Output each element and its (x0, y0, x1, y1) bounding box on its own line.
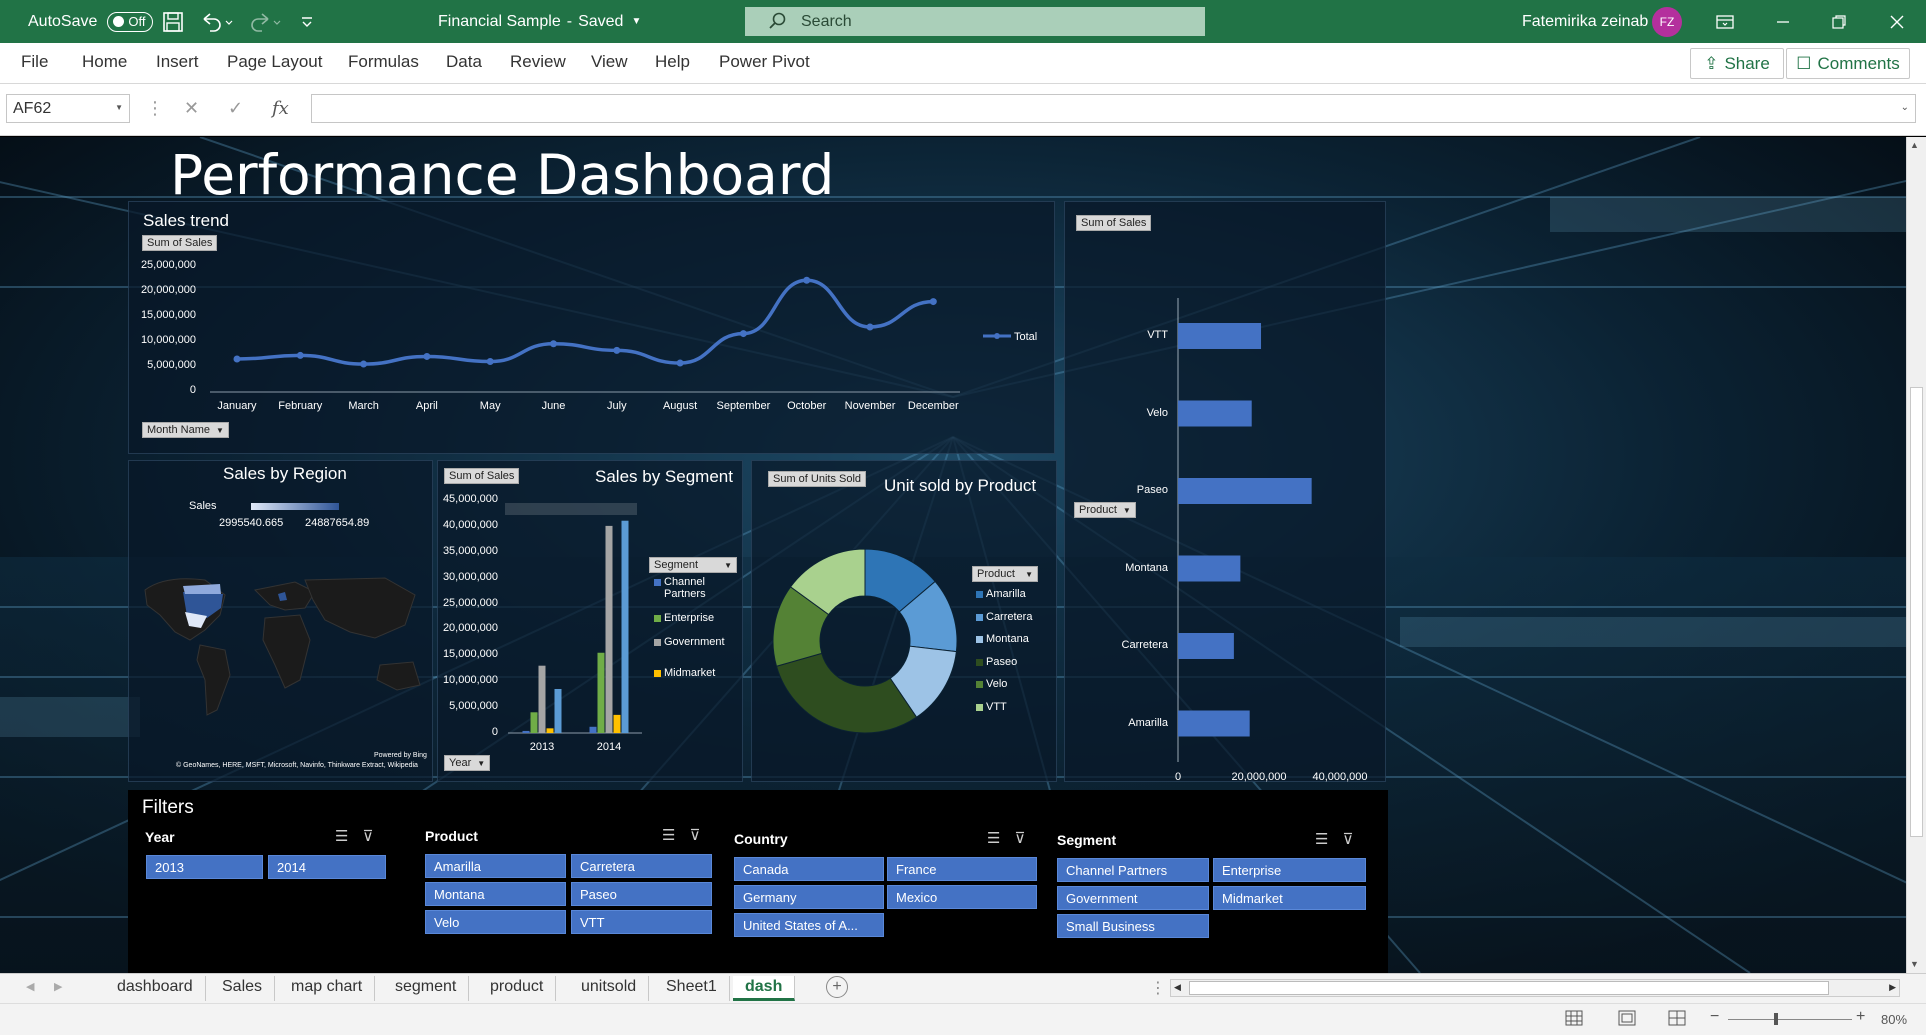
slicer-item-government[interactable]: Government (1057, 886, 1209, 910)
multi-select-icon[interactable]: ☰ (1315, 830, 1328, 848)
slicer-item-mexico[interactable]: Mexico (887, 885, 1037, 909)
product-bar (1178, 400, 1252, 427)
multi-select-icon[interactable]: ☰ (662, 826, 675, 844)
slicer-item-carretera[interactable]: Carretera (571, 854, 712, 878)
vertical-scrollbar[interactable]: ▲ ▼ (1906, 137, 1926, 973)
zoom-in-icon[interactable]: + (1856, 1008, 1865, 1026)
page-layout-view-icon[interactable] (1618, 1010, 1636, 1031)
segment-slicer-title: Segment (1057, 832, 1117, 848)
product-bar (1178, 555, 1241, 582)
slicer-item-vtt[interactable]: VTT (571, 910, 712, 934)
product-axis-field-dropdown[interactable]: Product ▼ (1074, 502, 1136, 518)
segment-slicer-controls: ☰ ⊽ (1315, 830, 1353, 848)
slicer-item-germany[interactable]: Germany (734, 885, 884, 909)
product-slicer-controls: ☰ ⊽ (662, 826, 700, 844)
sheet-tab-sales[interactable]: Sales (210, 976, 276, 1001)
product-bar (1178, 323, 1262, 349)
x-tick: 20,000,000 (1231, 771, 1287, 783)
year-slicer-title: Year (145, 829, 175, 845)
scroll-right-icon[interactable]: ▶ (1889, 982, 1896, 993)
y-tick: VTT (1147, 329, 1168, 341)
slicer-item-midmarket[interactable]: Midmarket (1213, 886, 1366, 910)
slicer-item-2014[interactable]: 2014 (268, 855, 386, 879)
scroll-up-icon[interactable]: ▲ (1910, 140, 1919, 150)
sheet-tab-sheet1[interactable]: Sheet1 (654, 976, 730, 1001)
slicer-item-enterprise[interactable]: Enterprise (1213, 858, 1366, 882)
country-slicer-title: Country (734, 831, 788, 847)
chevron-down-icon: ▼ (1122, 505, 1131, 515)
sheet-tab-product[interactable]: product (478, 976, 557, 1001)
product-slicer-title: Product (425, 828, 478, 844)
excel-window: AutoSave Off Financial Sample - Saved ▼ … (0, 0, 1926, 1035)
slicer-item-france[interactable]: France (887, 857, 1037, 881)
more-options-icon: ⋮ (1150, 980, 1166, 997)
scroll-thumb[interactable] (1910, 387, 1923, 837)
country-slicer-controls: ☰ ⊽ (987, 829, 1025, 847)
clear-filter-icon[interactable]: ⊽ (1014, 829, 1025, 847)
add-sheet-icon[interactable]: + (826, 976, 848, 998)
hscroll-thumb[interactable] (1189, 981, 1829, 995)
clear-filter-icon[interactable]: ⊽ (1342, 830, 1353, 848)
y-tick: Montana (1125, 561, 1168, 574)
sheet-tab-map-chart[interactable]: map chart (279, 976, 376, 1001)
sheet-tab-unitsold[interactable]: unitsold (569, 976, 650, 1001)
zoom-slider[interactable] (1728, 1013, 1852, 1025)
year-slicer-controls: ☰ ⊽ (335, 827, 373, 845)
normal-view-icon[interactable] (1565, 1010, 1583, 1031)
field-label: Product (1079, 504, 1117, 516)
zoom-level[interactable]: 80% (1881, 1012, 1907, 1027)
slicer-item-canada[interactable]: Canada (734, 857, 884, 881)
slicer-item-montana[interactable]: Montana (425, 882, 566, 906)
multi-select-icon[interactable]: ☰ (335, 827, 348, 845)
slicer-item-united-states[interactable]: United States of A... (734, 913, 884, 937)
filters-title: Filters (142, 797, 194, 818)
zoom-out-icon[interactable]: − (1710, 1008, 1719, 1026)
zoom-slider-thumb[interactable] (1774, 1013, 1778, 1025)
sheet-tab-bar: ◀ ▶ dashboard Sales map chart segment produc… (0, 973, 1926, 1003)
sheet-tab-dashboard[interactable]: dashboard (105, 976, 206, 1001)
status-bar: − + 80% (0, 1003, 1926, 1035)
slicer-item-channel-partners[interactable]: Channel Partners (1057, 858, 1209, 882)
slicer-item-velo[interactable]: Velo (425, 910, 566, 934)
multi-select-icon[interactable]: ☰ (987, 829, 1000, 847)
y-tick: Paseo (1136, 484, 1168, 496)
horizontal-scrollbar[interactable]: ◀ ▶ (1170, 979, 1900, 997)
x-tick: 40,000,000 (1312, 771, 1368, 783)
tab-scroll-left-icon[interactable]: ◀ (26, 980, 34, 993)
y-tick: Velo (1146, 406, 1168, 419)
tab-scroll-right-icon[interactable]: ▶ (54, 980, 62, 993)
product-bar (1178, 478, 1312, 504)
product-bar (1178, 633, 1234, 659)
slicer-item-amarilla[interactable]: Amarilla (425, 854, 566, 878)
clear-filter-icon[interactable]: ⊽ (362, 827, 373, 845)
sheet-tab-dash[interactable]: dash (733, 976, 796, 1001)
slicer-item-small-business[interactable]: Small Business (1057, 914, 1209, 938)
clear-filter-icon[interactable]: ⊽ (689, 826, 700, 844)
slicer-item-2013[interactable]: 2013 (146, 855, 263, 879)
scroll-left-icon[interactable]: ◀ (1174, 982, 1181, 993)
y-tick: Carretera (1121, 639, 1168, 651)
page-break-view-icon[interactable] (1668, 1010, 1686, 1031)
x-tick: 0 (1174, 771, 1182, 783)
y-tick: Amarilla (1128, 716, 1168, 729)
scroll-down-icon[interactable]: ▼ (1910, 959, 1919, 969)
sheet-tab-segment[interactable]: segment (383, 976, 470, 1001)
product-bar (1178, 710, 1250, 737)
slicer-item-paseo[interactable]: Paseo (571, 882, 712, 906)
